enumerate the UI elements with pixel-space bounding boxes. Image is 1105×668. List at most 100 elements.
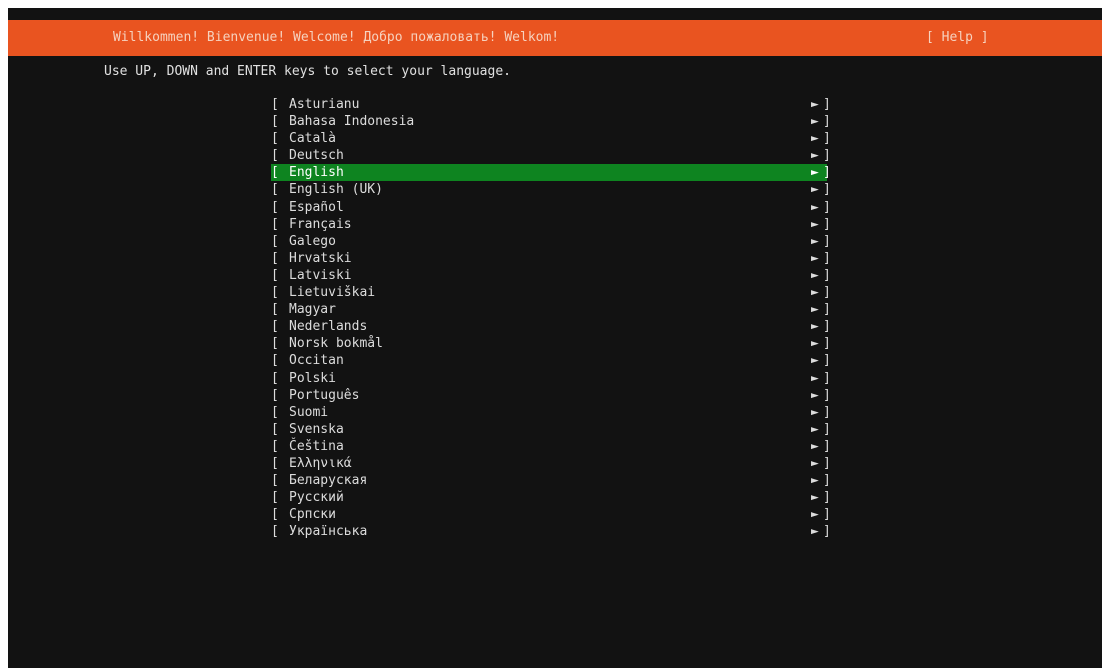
bracket-close: ]: [823, 455, 831, 471]
language-label: Català: [289, 131, 336, 147]
language-option[interactable]: [ Français ►]: [271, 216, 831, 233]
arrow-right-icon: ►: [811, 455, 819, 471]
bracket-close: ]: [823, 216, 831, 232]
bracket-close: ]: [823, 438, 831, 454]
arrow-right-icon: ►: [811, 131, 819, 147]
language-option[interactable]: [ Svenska ►]: [271, 421, 831, 438]
language-option[interactable]: [ Українська ►]: [271, 523, 831, 540]
bracket-close: ]: [823, 285, 831, 301]
arrow-right-icon: ►: [811, 302, 819, 318]
language-option[interactable]: [Asturianu ►]: [271, 96, 831, 113]
bracket-open: [: [271, 353, 279, 369]
bracket-open: [: [271, 233, 279, 249]
arrow-right-icon: ►: [811, 387, 819, 403]
language-option[interactable]: [Bahasa Indonesia ►]: [271, 113, 831, 130]
language-label: Asturianu: [289, 97, 360, 112]
bracket-close: ]: [823, 524, 831, 540]
language-label: Bahasa Indonesia: [289, 114, 415, 130]
language-label: Nederlands: [289, 319, 368, 335]
language-option[interactable]: [Čeština ►]: [271, 438, 831, 455]
header-bar: Willkommen! Bienvenue! Welcome! Добро по…: [8, 20, 1102, 56]
arrow-right-icon: ►: [811, 233, 819, 249]
bracket-open: [: [271, 267, 279, 283]
language-option[interactable]: [Suomi ►]: [271, 404, 831, 421]
language-option[interactable]: [ Ελληνικά ►]: [271, 455, 831, 472]
bracket-close: ]: [823, 165, 831, 181]
bracket-open: [: [271, 216, 279, 232]
arrow-right-icon: ►: [811, 336, 819, 352]
language-label: Magyar: [289, 302, 336, 318]
language-option[interactable]: [Occitan ►]: [271, 352, 831, 369]
language-label: Hrvatski: [289, 250, 352, 266]
language-option[interactable]: [Galego ►]: [271, 233, 831, 250]
arrow-right-icon: ►: [811, 404, 819, 420]
arrow-right-icon: ►: [811, 421, 819, 437]
language-label: Suomi: [289, 404, 329, 420]
language-label: Svenska: [289, 421, 344, 437]
welcome-title: Willkommen! Bienvenue! Welcome! Добро по…: [113, 30, 560, 45]
bracket-open: [: [271, 285, 279, 301]
language-option[interactable]: [Српски ►]: [271, 506, 831, 523]
bracket-close: ]: [823, 302, 831, 318]
language-label: Occitan: [289, 353, 344, 369]
bracket-open: [: [271, 524, 279, 540]
language-label: Norsk bokmål: [289, 336, 383, 352]
bracket-open: [: [271, 336, 279, 352]
language-label: English (UK): [289, 182, 383, 198]
arrow-right-icon: ►: [811, 97, 819, 112]
bracket-open: [: [271, 250, 279, 266]
language-option[interactable]: [Nederlands ►]: [271, 318, 831, 335]
bracket-open: [: [271, 199, 279, 215]
language-option[interactable]: [Deutsch ►]: [271, 147, 831, 164]
arrow-right-icon: ►: [811, 182, 819, 198]
language-option[interactable]: [Polski ►]: [271, 370, 831, 387]
bracket-close: ]: [823, 182, 831, 198]
bracket-close: ]: [823, 199, 831, 215]
arrow-right-icon: ►: [811, 114, 819, 130]
bracket-open: [: [271, 490, 279, 506]
language-option[interactable]: [Català ►]: [271, 130, 831, 147]
language-option[interactable]: [Português ►]: [271, 387, 831, 404]
arrow-right-icon: ►: [811, 370, 819, 386]
arrow-right-icon: ►: [811, 473, 819, 489]
language-label: Español: [289, 199, 344, 215]
arrow-right-icon: ►: [811, 216, 819, 232]
bracket-open: [: [271, 455, 279, 471]
language-label: Ελληνικά: [289, 455, 352, 471]
bracket-open: [: [271, 131, 279, 147]
language-option[interactable]: [Беларуская ►]: [271, 472, 831, 489]
bracket-close: ]: [823, 507, 831, 523]
arrow-right-icon: ►: [811, 490, 819, 506]
arrow-right-icon: ►: [811, 524, 819, 540]
language-option[interactable]: [Hrvatski ►]: [271, 250, 831, 267]
bracket-open: [: [271, 302, 279, 318]
bracket-open: [: [271, 387, 279, 403]
language-option[interactable]: [Latviski ►]: [271, 267, 831, 284]
language-option[interactable]: [ English (UK) ►]: [271, 181, 831, 198]
instructions-text: Use UP, DOWN and ENTER keys to select yo…: [104, 64, 511, 79]
language-label: Čeština: [289, 438, 344, 454]
language-option[interactable]: [English ►]: [271, 164, 831, 182]
language-label: Français: [289, 216, 352, 232]
bracket-open: [: [271, 165, 279, 181]
bracket-close: ]: [823, 421, 831, 437]
bracket-close: ]: [823, 473, 831, 489]
language-label: Latviski: [289, 267, 352, 283]
language-option[interactable]: [ Magyar ►]: [271, 301, 831, 318]
language-option[interactable]: [Русский ►]: [271, 489, 831, 506]
language-label: Українська: [289, 524, 368, 540]
bracket-open: [: [271, 319, 279, 335]
bracket-close: ]: [823, 233, 831, 249]
language-option[interactable]: [ Norsk bokmål ►]: [271, 335, 831, 352]
language-option[interactable]: [Español ►]: [271, 199, 831, 216]
language-option[interactable]: [Lietuviškai ►]: [271, 284, 831, 301]
bracket-close: ]: [823, 97, 831, 112]
language-label: Lietuviškai: [289, 285, 376, 301]
arrow-right-icon: ►: [811, 165, 819, 181]
help-button[interactable]: [ Help ]: [926, 20, 989, 56]
bracket-open: [: [271, 370, 279, 386]
bracket-close: ]: [823, 336, 831, 352]
bracket-open: [: [271, 148, 279, 164]
bracket-open: [: [271, 421, 279, 437]
bracket-open: [: [271, 182, 279, 198]
